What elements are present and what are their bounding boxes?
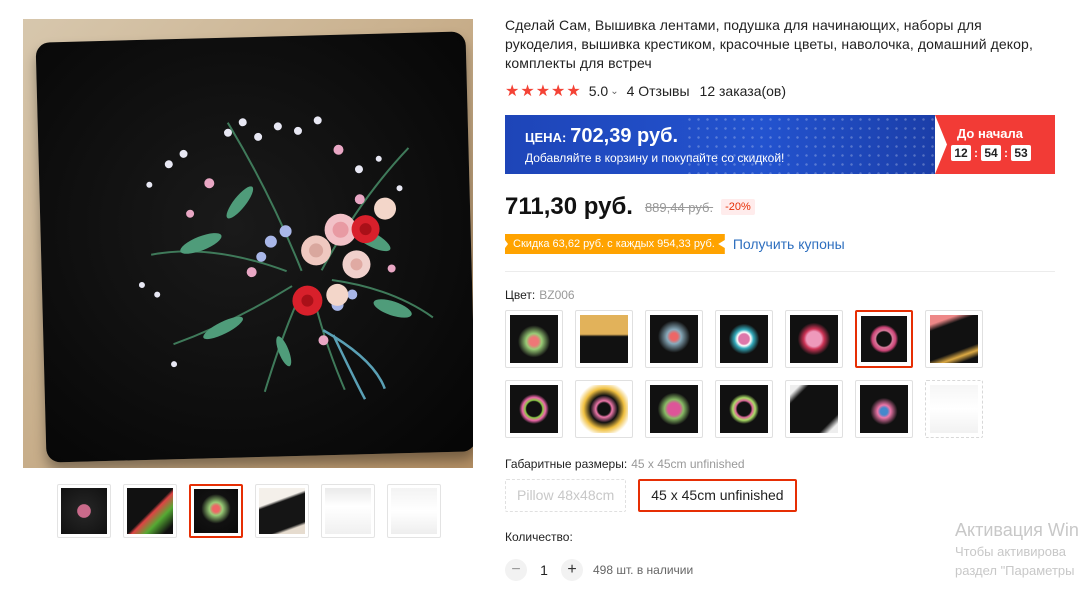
decrease-quantity-button[interactable]: − <box>505 559 527 581</box>
watermark-line-1: Активация Win <box>955 520 1079 540</box>
size-option-45x45-selected[interactable]: 45 x 45cm unfinished <box>638 479 797 512</box>
reviews-link[interactable]: 4 Отзывы <box>627 83 690 99</box>
timer-separator: : <box>1004 146 1008 160</box>
increase-quantity-button[interactable]: + <box>561 559 583 581</box>
current-price: 711,30 руб. <box>505 193 633 220</box>
promo-price-value: 702,39 руб. <box>570 125 678 147</box>
orders-count: 12 заказа(ов) <box>699 83 787 99</box>
embroidery-bouquet-illustration <box>138 116 434 400</box>
coupon-row: Скидка 63,62 руб. с каждых 954,33 руб. П… <box>505 234 845 254</box>
product-main-image[interactable] <box>23 19 473 468</box>
quantity-label: Количество: <box>505 530 573 544</box>
color-swatch[interactable] <box>785 310 843 368</box>
quantity-value[interactable]: 1 <box>527 562 561 578</box>
color-swatch[interactable] <box>925 310 983 368</box>
color-swatch-unavailable[interactable] <box>925 380 983 438</box>
color-swatch[interactable] <box>575 310 633 368</box>
color-swatch-selected[interactable] <box>855 310 913 368</box>
promo-subtitle: Добавляйте в корзину и покупайте со скид… <box>525 151 785 165</box>
thumbnail-3[interactable] <box>189 484 243 538</box>
divider <box>505 271 1055 272</box>
thumbnail-1[interactable] <box>57 484 111 538</box>
price-row: 711,30 руб. 889,44 руб. -20% <box>505 193 755 221</box>
rating-value[interactable]: 5.0 <box>589 83 608 99</box>
color-swatch[interactable] <box>785 380 843 438</box>
color-swatches <box>505 310 995 438</box>
color-swatch[interactable] <box>645 380 703 438</box>
thumbnail-2[interactable] <box>123 484 177 538</box>
discount-badge: -20% <box>721 199 755 215</box>
color-swatch[interactable] <box>715 380 773 438</box>
thumbnail-5[interactable] <box>321 484 375 538</box>
size-label: Габаритные размеры: 45 x 45cm unfinished <box>505 457 745 471</box>
thumbnail-6[interactable] <box>387 484 441 538</box>
size-label-text: Габаритные размеры: <box>505 457 628 471</box>
color-label-text: Цвет: <box>505 288 536 302</box>
color-swatch[interactable] <box>575 380 633 438</box>
size-option-pillow[interactable]: Pillow 48x48cm <box>505 479 627 512</box>
thumbnail-4[interactable] <box>255 484 309 538</box>
color-selected-value: BZ006 <box>539 288 575 302</box>
size-selected-value: 45 x 45cm unfinished <box>631 457 745 471</box>
promo-banner[interactable]: ЦЕНА: 702,39 руб. Добавляйте в корзину и … <box>505 115 1055 174</box>
watermark-line-3: раздел "Параметры <box>955 563 1075 578</box>
quantity-stepper: − 1 + 498 шт. в наличии <box>505 559 693 581</box>
old-price: 889,44 руб. <box>644 199 714 215</box>
color-swatch[interactable] <box>855 380 913 438</box>
product-title: Сделай Сам, Вышивка лентами, подушка для… <box>505 17 1033 71</box>
timer-separator: : <box>974 146 978 160</box>
coupon-tag: Скидка 63,62 руб. с каждых 954,33 руб. <box>505 234 725 254</box>
promo-price-panel: ЦЕНА: 702,39 руб. Добавляйте в корзину и … <box>505 115 935 174</box>
chevron-down-icon[interactable]: ⌄ <box>610 86 618 97</box>
image-thumbnails <box>57 484 441 538</box>
color-label: Цвет: BZ006 <box>505 288 575 302</box>
pillow-picture <box>35 31 473 463</box>
promo-label: ЦЕНА: <box>525 130 567 145</box>
star-icon: ★★★★★ <box>505 83 582 100</box>
timer-minutes: 54 <box>981 145 1001 161</box>
get-coupons-link[interactable]: Получить купоны <box>733 236 845 252</box>
color-swatch[interactable] <box>505 310 563 368</box>
promo-price: ЦЕНА: 702,39 руб. <box>525 125 915 148</box>
rating-row: ★★★★★ 5.0 ⌄ 4 Отзывы 12 заказа(ов) <box>505 81 786 101</box>
watermark-line-2: Чтобы активирова <box>955 544 1067 559</box>
timer-seconds: 53 <box>1011 145 1031 161</box>
size-options: Pillow 48x48cm 45 x 45cm unfinished <box>505 479 797 512</box>
countdown-panel: До начала 12 : 54 : 53 <box>935 115 1055 174</box>
stock-available: 498 шт. в наличии <box>593 563 694 577</box>
color-swatch[interactable] <box>715 310 773 368</box>
countdown-timer: 12 : 54 : 53 <box>951 145 1055 161</box>
windows-activation-watermark: Активация Win Чтобы активирова раздел "П… <box>955 518 1079 580</box>
color-swatch[interactable] <box>505 380 563 438</box>
timer-hours: 12 <box>951 145 971 161</box>
countdown-label: До начала <box>957 126 1023 141</box>
color-swatch[interactable] <box>645 310 703 368</box>
